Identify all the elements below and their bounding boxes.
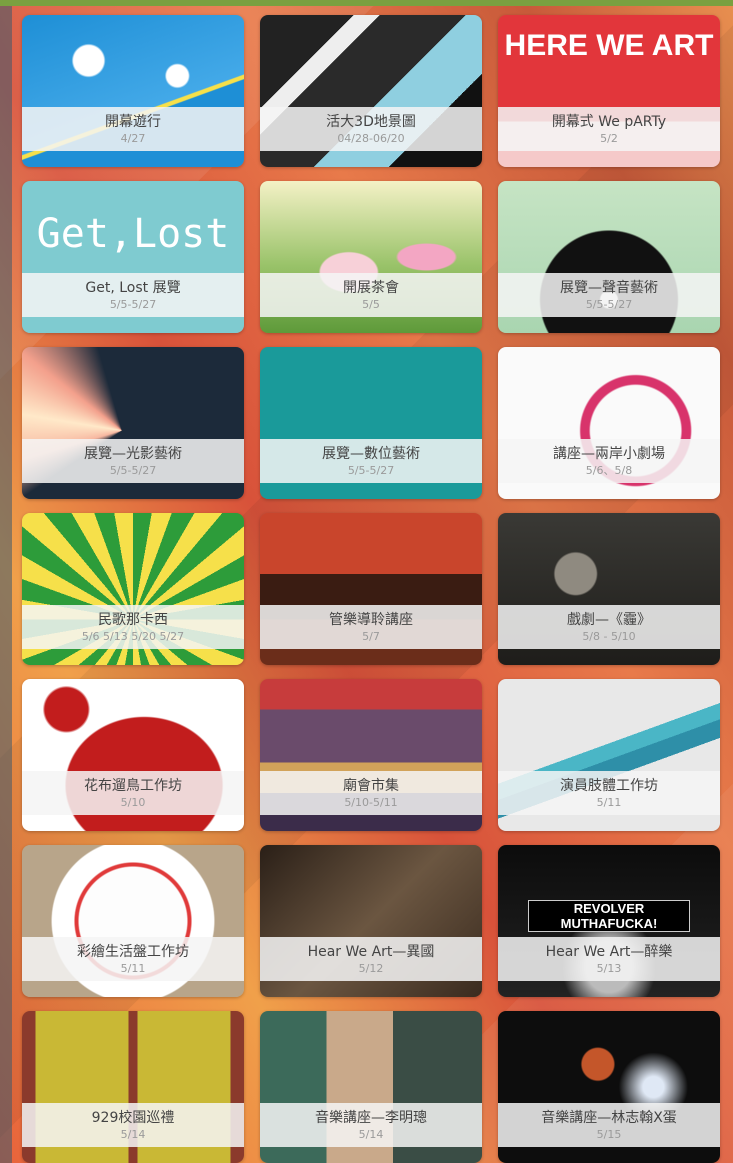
card-caption: 音樂講座—李明璁 5/14 (260, 1103, 482, 1147)
event-date: 5/2 (600, 131, 618, 145)
event-date: 5/14 (358, 1127, 384, 1141)
event-card[interactable]: 民歌那卡西 5/6 5/13 5/20 5/27 (22, 513, 244, 665)
event-title: 管樂導聆講座 (329, 611, 413, 628)
event-date: 5/5-5/27 (109, 463, 157, 477)
event-date: 5/14 (120, 1127, 146, 1141)
card-caption: 戲劇—《霾》 5/8 - 5/10 (498, 605, 720, 649)
event-date: 5/12 (358, 961, 384, 975)
event-date: 5/7 (362, 629, 380, 643)
event-title: 演員肢體工作坊 (560, 777, 658, 794)
event-title: 民歌那卡西 (98, 611, 168, 628)
event-title: 開幕遊行 (105, 113, 161, 130)
event-title: 講座—兩岸小劇場 (553, 445, 665, 462)
poster-caption: REVOLVER MUTHAFUCKA! (528, 900, 690, 932)
event-card[interactable]: 開展茶會 5/5 (260, 181, 482, 333)
card-caption: 音樂講座—林志翰X蛋 5/15 (498, 1103, 720, 1147)
event-date: 5/15 (596, 1127, 622, 1141)
event-title: 花布遛鳥工作坊 (84, 777, 182, 794)
event-date: 5/8 - 5/10 (582, 629, 636, 643)
poster-caption: HERE WE ART (504, 29, 714, 62)
card-caption: 廟會市集 5/10-5/11 (260, 771, 482, 815)
event-card[interactable]: 廟會市集 5/10-5/11 (260, 679, 482, 831)
card-caption: Hear We Art—醉樂 5/13 (498, 937, 720, 981)
event-card[interactable]: 展覽—聲音藝術 5/5-5/27 (498, 181, 720, 333)
event-date: 5/5-5/27 (109, 297, 157, 311)
event-title: 音樂講座—李明璁 (315, 1109, 427, 1126)
event-card[interactable]: 音樂講座—林志翰X蛋 5/15 (498, 1011, 720, 1163)
event-card[interactable]: 戲劇—《霾》 5/8 - 5/10 (498, 513, 720, 665)
event-date: 5/5-5/27 (347, 463, 395, 477)
event-date: 04/28-06/20 (337, 131, 405, 145)
card-caption: 展覽—光影藝術 5/5-5/27 (22, 439, 244, 483)
event-card[interactable]: 929校園巡禮 5/14 (22, 1011, 244, 1163)
card-caption: 演員肢體工作坊 5/11 (498, 771, 720, 815)
card-caption: 展覽—數位藝術 5/5-5/27 (260, 439, 482, 483)
card-caption: 929校園巡禮 5/14 (22, 1103, 244, 1147)
event-title: Hear We Art—醉樂 (545, 943, 673, 960)
event-date: 5/5 (362, 297, 380, 311)
event-date: 5/6 5/13 5/20 5/27 (81, 629, 185, 643)
event-title: 展覽—光影藝術 (84, 445, 182, 462)
event-card[interactable]: REVOLVER MUTHAFUCKA! Hear We Art—醉樂 5/13 (498, 845, 720, 997)
event-card[interactable]: 開幕遊行 4/27 (22, 15, 244, 167)
event-card[interactable]: 音樂講座—李明璁 5/14 (260, 1011, 482, 1163)
event-title: 活大3D地景圖 (326, 113, 416, 130)
event-title: Get, Lost 展覽 (85, 279, 181, 296)
event-date: 5/5-5/27 (585, 297, 633, 311)
event-card[interactable]: 彩繪生活盤工作坊 5/11 (22, 845, 244, 997)
event-date: 5/6、5/8 (585, 463, 633, 477)
event-card[interactable]: 展覽—光影藝術 5/5-5/27 (22, 347, 244, 499)
card-caption: 彩繪生活盤工作坊 5/11 (22, 937, 244, 981)
poster-caption: Get,Lost (36, 211, 230, 257)
event-date: 4/27 (120, 131, 146, 145)
event-title: 彩繪生活盤工作坊 (77, 943, 189, 960)
card-caption: 民歌那卡西 5/6 5/13 5/20 5/27 (22, 605, 244, 649)
card-caption: 講座—兩岸小劇場 5/6、5/8 (498, 439, 720, 483)
event-card[interactable]: Hear We Art—異國 5/12 (260, 845, 482, 997)
card-caption: 展覽—聲音藝術 5/5-5/27 (498, 273, 720, 317)
event-date: 5/10-5/11 (344, 795, 398, 809)
event-date: 5/11 (120, 961, 146, 975)
event-card[interactable]: 展覽—數位藝術 5/5-5/27 (260, 347, 482, 499)
card-caption: 花布遛鳥工作坊 5/10 (22, 771, 244, 815)
event-title: 展覽—數位藝術 (322, 445, 420, 462)
card-caption: 開展茶會 5/5 (260, 273, 482, 317)
card-caption: 開幕式 We pARTy 5/2 (498, 107, 720, 151)
event-title: 音樂講座—林志翰X蛋 (541, 1109, 677, 1126)
event-date: 5/11 (596, 795, 622, 809)
card-caption: Hear We Art—異國 5/12 (260, 937, 482, 981)
event-card[interactable]: 活大3D地景圖 04/28-06/20 (260, 15, 482, 167)
event-card[interactable]: Get,Lost Get, Lost 展覽 5/5-5/27 (22, 181, 244, 333)
event-card[interactable]: HERE WE ART 開幕式 We pARTy 5/2 (498, 15, 720, 167)
event-grid: 開幕遊行 4/27 活大3D地景圖 04/28-06/20 HERE WE ART 開幕式… (22, 15, 720, 1163)
card-caption: 開幕遊行 4/27 (22, 107, 244, 151)
left-edge-bar (0, 6, 12, 1163)
event-title: 廟會市集 (343, 777, 399, 794)
card-caption: 活大3D地景圖 04/28-06/20 (260, 107, 482, 151)
event-date: 5/10 (120, 795, 146, 809)
event-card[interactable]: 演員肢體工作坊 5/11 (498, 679, 720, 831)
event-title: 929校園巡禮 (91, 1109, 175, 1126)
card-caption: Get, Lost 展覽 5/5-5/27 (22, 273, 244, 317)
event-title: 開幕式 We pARTy (551, 113, 667, 130)
top-accent-bar (0, 0, 733, 6)
event-card[interactable]: 花布遛鳥工作坊 5/10 (22, 679, 244, 831)
event-card[interactable]: 講座—兩岸小劇場 5/6、5/8 (498, 347, 720, 499)
event-card[interactable]: 管樂導聆講座 5/7 (260, 513, 482, 665)
event-date: 5/13 (596, 961, 622, 975)
event-title: 戲劇—《霾》 (567, 611, 651, 628)
card-caption: 管樂導聆講座 5/7 (260, 605, 482, 649)
event-title: 開展茶會 (343, 279, 399, 296)
event-title: Hear We Art—異國 (307, 943, 435, 960)
event-title: 展覽—聲音藝術 (560, 279, 658, 296)
